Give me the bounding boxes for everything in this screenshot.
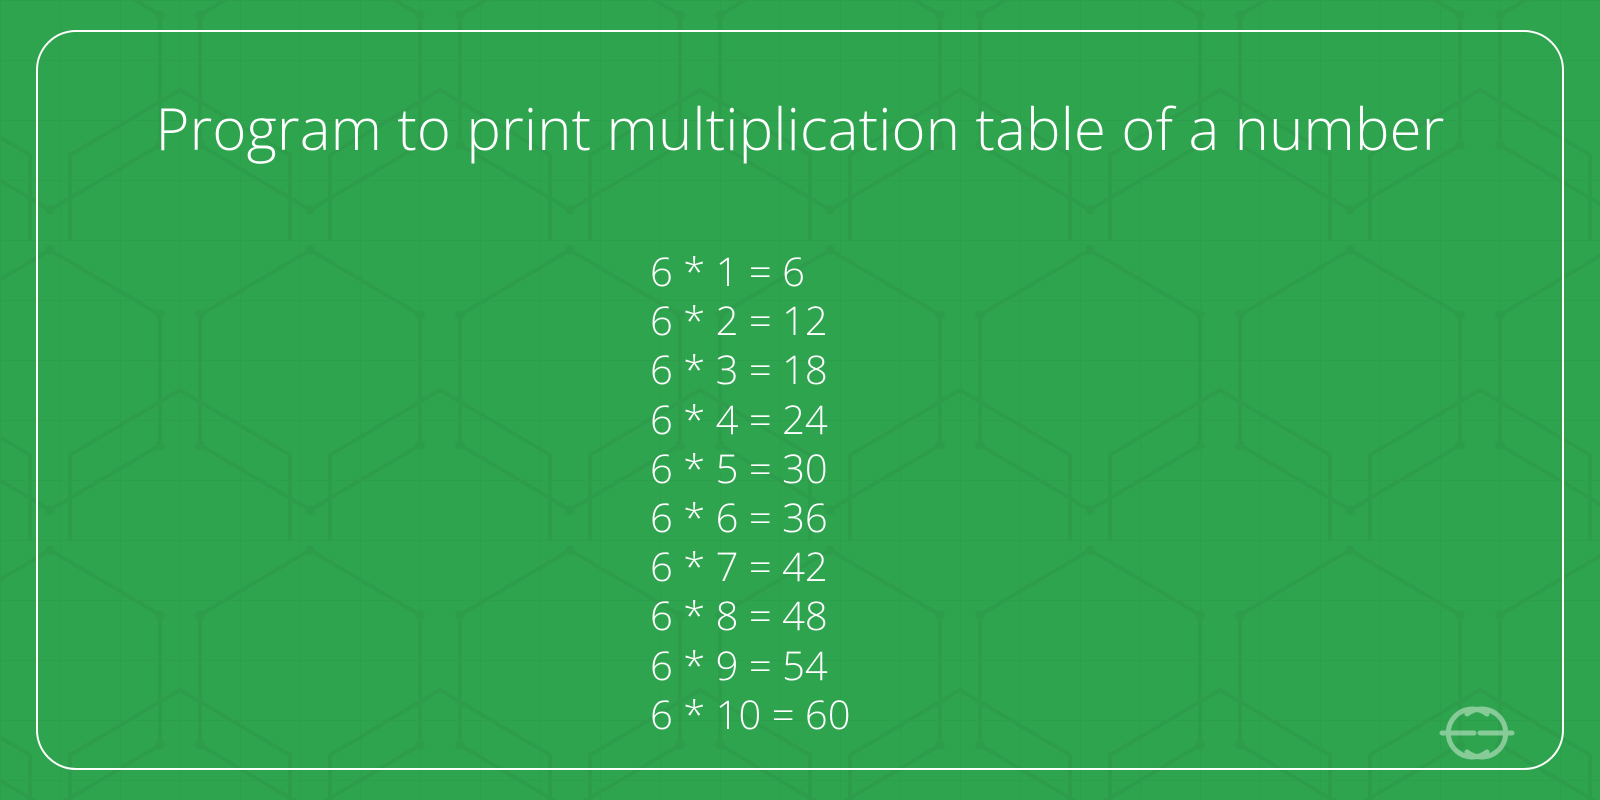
table-row: 6 * 7 = 42 (650, 541, 851, 590)
table-row: 6 * 2 = 12 (650, 295, 851, 344)
multiplication-table: 6 * 1 = 6 6 * 2 = 12 6 * 3 = 18 6 * 4 = … (650, 246, 851, 738)
table-row: 6 * 8 = 48 (650, 590, 851, 639)
table-row: 6 * 9 = 54 (650, 640, 851, 689)
table-row: 6 * 5 = 30 (650, 443, 851, 492)
table-row: 6 * 3 = 18 (650, 344, 851, 393)
page-title: Program to print multiplication table of… (0, 88, 1600, 167)
table-row: 6 * 10 = 60 (650, 689, 851, 738)
geeksforgeeks-logo-icon (1412, 702, 1542, 764)
table-row: 6 * 4 = 24 (650, 394, 851, 443)
table-row: 6 * 6 = 36 (650, 492, 851, 541)
table-row: 6 * 1 = 6 (650, 246, 851, 295)
